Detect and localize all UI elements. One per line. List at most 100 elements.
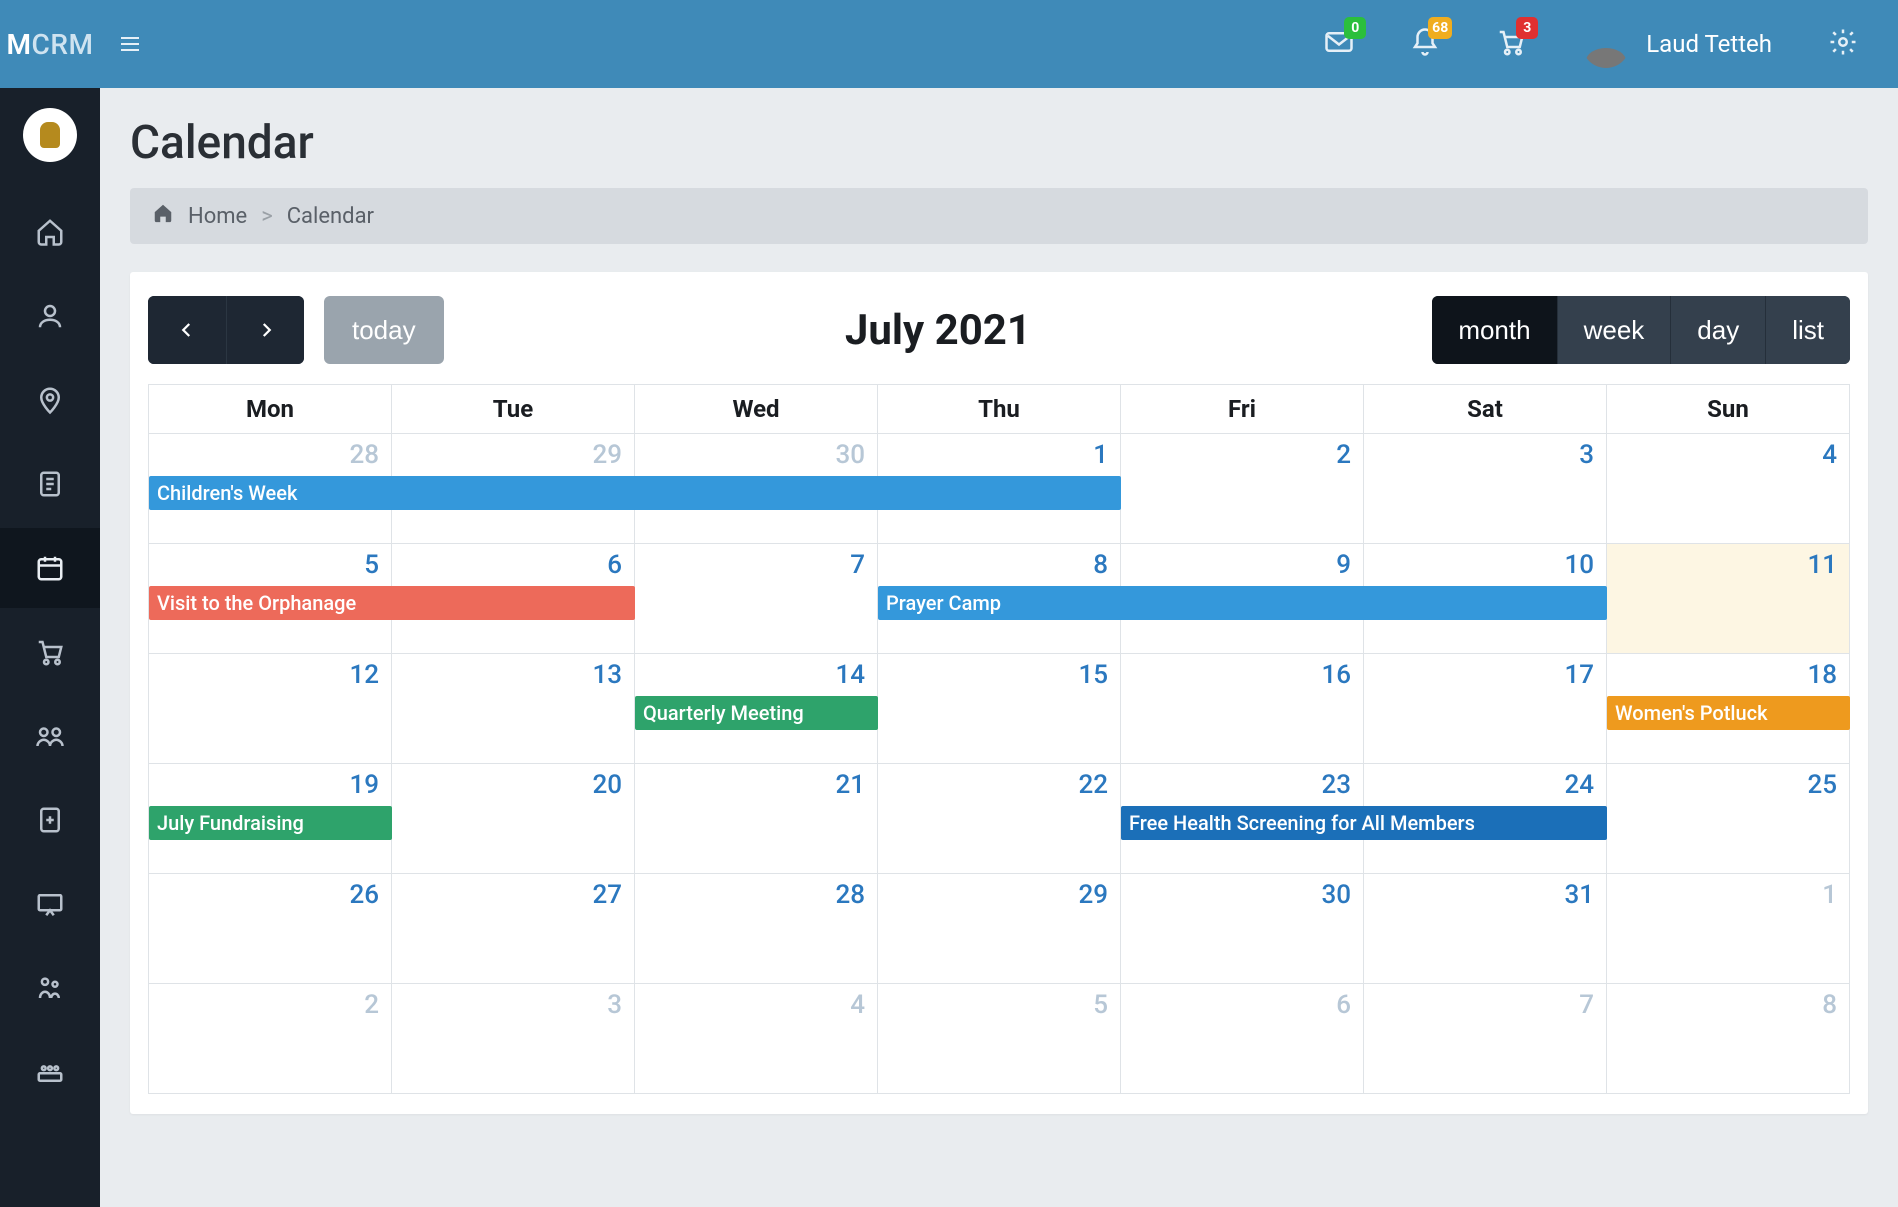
- nav-seating[interactable]: [0, 1032, 100, 1112]
- day-cell[interactable]: 25: [1607, 764, 1850, 874]
- day-cell[interactable]: 29: [878, 874, 1121, 984]
- day-number: 8: [1607, 984, 1849, 1024]
- calendar-event[interactable]: Quarterly Meeting: [635, 696, 878, 730]
- day-number: 21: [635, 764, 877, 804]
- calendar-toolbar: today July 2021 month week day list: [148, 296, 1850, 364]
- calendar-title: July 2021: [845, 306, 1031, 355]
- day-cell[interactable]: 2: [149, 984, 392, 1094]
- brand-logo[interactable]: MCRM: [0, 0, 100, 88]
- day-cell[interactable]: 31: [1364, 874, 1607, 984]
- day-number: 17: [1364, 654, 1606, 694]
- day-cell[interactable]: 2: [1121, 434, 1364, 544]
- day-cell[interactable]: 20: [392, 764, 635, 874]
- nav-people[interactable]: [0, 276, 100, 356]
- day-cell[interactable]: 18Women's Potluck: [1607, 654, 1850, 764]
- day-cell[interactable]: 5: [878, 984, 1121, 1094]
- day-cell[interactable]: 19July Fundraising: [149, 764, 392, 874]
- brand-prefix: M: [7, 28, 32, 61]
- calendar-event[interactable]: July Fundraising: [149, 806, 392, 840]
- next-button[interactable]: [226, 296, 304, 364]
- day-cell[interactable]: 10: [1364, 544, 1607, 654]
- day-cell[interactable]: 17: [1364, 654, 1607, 764]
- day-number: 28: [635, 874, 877, 914]
- view-week[interactable]: week: [1557, 296, 1671, 364]
- cart-badge: 3: [1516, 17, 1538, 39]
- nav-groups[interactable]: [0, 696, 100, 776]
- breadcrumb-home[interactable]: Home: [188, 204, 247, 229]
- main-content: Calendar Home > Calendar today July 2021…: [100, 88, 1898, 1207]
- view-day[interactable]: day: [1670, 296, 1765, 364]
- day-number: 27: [392, 874, 634, 914]
- day-cell[interactable]: 6: [392, 544, 635, 654]
- day-cell[interactable]: 8: [1607, 984, 1850, 1094]
- day-cell[interactable]: 4: [635, 984, 878, 1094]
- nav-add-document[interactable]: [0, 780, 100, 860]
- gear-icon[interactable]: [1828, 27, 1858, 61]
- calendar-event[interactable]: Women's Potluck: [1607, 696, 1850, 730]
- today-button[interactable]: today: [324, 296, 444, 364]
- day-number: 13: [392, 654, 634, 694]
- day-cell[interactable]: 14Quarterly Meeting: [635, 654, 878, 764]
- day-cell[interactable]: 16: [1121, 654, 1364, 764]
- day-number: 4: [635, 984, 877, 1024]
- day-cell[interactable]: 4: [1607, 434, 1850, 544]
- day-header: Sat: [1364, 385, 1607, 434]
- nav-documents[interactable]: [0, 444, 100, 524]
- mail-icon[interactable]: 0: [1324, 27, 1354, 61]
- calendar-grid: MonTueWedThuFriSatSun 28Children's Week2…: [148, 384, 1850, 1094]
- username: Laud Tetteh: [1646, 30, 1772, 58]
- hamburger-icon[interactable]: [100, 32, 160, 56]
- day-cell[interactable]: 28Children's Week: [149, 434, 392, 544]
- prev-button[interactable]: [148, 296, 226, 364]
- avatar: [1582, 20, 1630, 68]
- day-cell[interactable]: 13: [392, 654, 635, 764]
- nav-home[interactable]: [0, 192, 100, 272]
- nav-shop[interactable]: [0, 612, 100, 692]
- day-cell[interactable]: 5Visit to the Orphanage: [149, 544, 392, 654]
- cart-icon[interactable]: 3: [1496, 27, 1526, 61]
- nav-calendar[interactable]: [0, 528, 100, 608]
- day-cell[interactable]: 6: [1121, 984, 1364, 1094]
- day-header: Wed: [635, 385, 878, 434]
- view-month[interactable]: month: [1432, 296, 1556, 364]
- day-cell[interactable]: 3: [392, 984, 635, 1094]
- day-number: 1: [878, 434, 1120, 474]
- day-number: 5: [149, 544, 391, 584]
- view-list[interactable]: list: [1765, 296, 1850, 364]
- day-cell[interactable]: 12: [149, 654, 392, 764]
- brand-suffix: CRM: [32, 28, 94, 61]
- nav-location[interactable]: [0, 360, 100, 440]
- day-number: 9: [1121, 544, 1363, 584]
- day-cell[interactable]: 30: [1121, 874, 1364, 984]
- day-number: 16: [1121, 654, 1363, 694]
- home-icon: [152, 202, 174, 230]
- day-cell[interactable]: 26: [149, 874, 392, 984]
- day-cell[interactable]: 22: [878, 764, 1121, 874]
- bell-icon[interactable]: 68: [1410, 27, 1440, 61]
- day-cell[interactable]: 30: [635, 434, 878, 544]
- day-cell[interactable]: 9: [1121, 544, 1364, 654]
- day-cell[interactable]: 1: [878, 434, 1121, 544]
- day-cell[interactable]: 3: [1364, 434, 1607, 544]
- day-cell[interactable]: 7: [635, 544, 878, 654]
- user-menu[interactable]: Laud Tetteh: [1582, 20, 1772, 68]
- day-cell[interactable]: 28: [635, 874, 878, 984]
- nav-presentation[interactable]: [0, 864, 100, 944]
- day-cell[interactable]: 27: [392, 874, 635, 984]
- nav-family[interactable]: [0, 948, 100, 1028]
- sidebar: [0, 88, 100, 1207]
- day-cell[interactable]: 8Prayer Camp: [878, 544, 1121, 654]
- day-cell[interactable]: 24: [1364, 764, 1607, 874]
- day-cell[interactable]: 1: [1607, 874, 1850, 984]
- day-number: 11: [1607, 544, 1849, 584]
- topbar: MCRM 0 68 3 Laud Tetteh: [0, 0, 1898, 88]
- day-cell[interactable]: 15: [878, 654, 1121, 764]
- day-number: 18: [1607, 654, 1849, 694]
- org-logo[interactable]: [23, 108, 77, 162]
- day-cell[interactable]: 11: [1607, 544, 1850, 654]
- day-cell[interactable]: 21: [635, 764, 878, 874]
- day-cell[interactable]: 29: [392, 434, 635, 544]
- day-cell[interactable]: 23Free Health Screening for All Members: [1121, 764, 1364, 874]
- day-cell[interactable]: 7: [1364, 984, 1607, 1094]
- day-header: Fri: [1121, 385, 1364, 434]
